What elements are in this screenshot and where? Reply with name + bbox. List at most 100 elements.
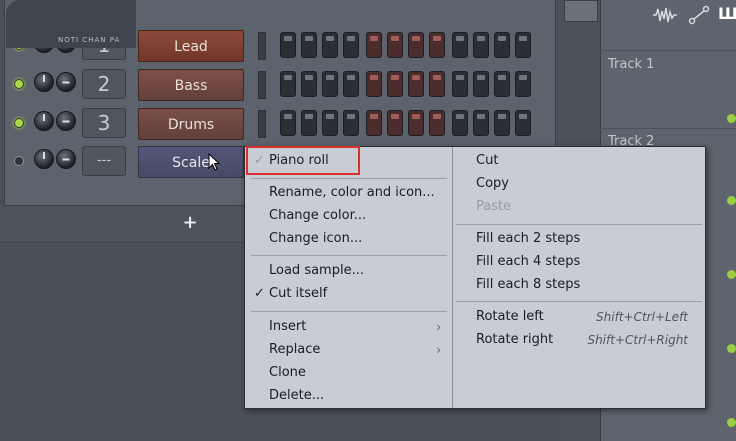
automation-icon[interactable] [688,5,710,25]
menu-item-change-color[interactable]: Change color... [269,205,445,227]
channel-select-bar[interactable] [258,110,266,138]
menu-item-rename[interactable]: Rename, color and icon... [269,182,445,204]
menu-item-replace[interactable]: Replace › [269,339,445,361]
pan-knob[interactable] [56,111,76,131]
channel-mute-led[interactable] [14,79,24,89]
menu-item-rotate-left[interactable]: Rotate left Shift+Ctrl+Left [476,306,698,328]
step-button[interactable] [408,32,424,58]
step-button[interactable] [429,32,445,58]
step-button[interactable] [494,110,510,136]
step-button[interactable] [280,71,296,97]
track-mute-led[interactable] [727,418,736,427]
menu-item-cut[interactable]: Cut [476,150,698,172]
menu-item-rotate-right[interactable]: Rotate right Shift+Ctrl+Right [476,329,698,351]
pattern-icon[interactable]: Ш [718,4,736,26]
menu-item-label: Insert [269,319,307,334]
volume-knob[interactable] [34,111,54,131]
step-button[interactable] [515,71,531,97]
menu-separator [456,224,702,225]
step-button[interactable] [473,32,489,58]
menu-item-delete[interactable]: Delete... [269,385,445,407]
step-button[interactable] [387,71,403,97]
pan-knob[interactable] [56,149,76,169]
step-button[interactable] [452,32,468,58]
channel-button-drums[interactable]: Drums [138,108,244,140]
step-button[interactable] [494,32,510,58]
track-divider [600,50,736,51]
menu-item-cut-itself[interactable]: ✓ Cut itself [254,283,445,305]
volume-knob[interactable] [34,149,54,169]
channel-context-menu: ✓ Piano roll Rename, color and icon... C… [244,146,706,409]
menu-item-copy[interactable]: Copy [476,173,698,195]
menu-item-insert[interactable]: Insert › [269,316,445,338]
checkmark-icon: ✓ [254,286,265,301]
track-divider [600,128,736,129]
step-button[interactable] [408,110,424,136]
step-button[interactable] [343,71,359,97]
step-button[interactable] [408,71,424,97]
shortcut-label: Shift+Ctrl+Right [587,333,688,347]
step-button[interactable] [387,110,403,136]
playlist-strip-button[interactable] [564,0,598,22]
channel-select-bar[interactable] [258,32,266,60]
step-button[interactable] [473,71,489,97]
add-channel-button[interactable]: + [180,213,200,233]
track-mute-led[interactable] [727,114,736,123]
menu-item-fill-8[interactable]: Fill each 8 steps [476,274,698,296]
step-button[interactable] [452,110,468,136]
channel-mute-led[interactable] [14,118,24,128]
step-button[interactable] [473,110,489,136]
step-button[interactable] [366,71,382,97]
step-button[interactable] [280,32,296,58]
channel-button-scale[interactable]: Scale [138,146,244,178]
mixer-track-number[interactable]: 3 [82,108,126,138]
track-mute-led[interactable] [727,270,736,279]
step-button[interactable] [387,32,403,58]
volume-knob[interactable] [34,72,54,92]
step-button[interactable] [515,110,531,136]
step-button[interactable] [429,71,445,97]
step-button[interactable] [280,110,296,136]
menu-item-change-icon[interactable]: Change icon... [269,228,445,250]
menu-separator [251,255,447,256]
menu-item-label: Replace [269,342,321,357]
step-button[interactable] [322,110,338,136]
shortcut-label: Shift+Ctrl+Left [596,310,688,324]
step-button[interactable] [343,32,359,58]
channel-select-bar[interactable] [258,71,266,99]
channel-button-lead[interactable]: Lead [138,30,244,62]
channel-mute-led[interactable] [14,156,24,166]
menu-item-label: Rotate right [476,332,554,347]
track-label-1: Track 1 [608,57,655,72]
menu-column-divider [452,147,453,408]
mixer-track-number[interactable]: 2 [82,69,126,99]
menu-item-fill-4[interactable]: Fill each 4 steps [476,251,698,273]
channel-button-bass[interactable]: Bass [138,69,244,101]
step-button[interactable] [515,32,531,58]
menu-separator [251,311,447,312]
menu-item-paste[interactable]: Paste [476,196,698,218]
step-button[interactable] [301,71,317,97]
menu-item-load-sample[interactable]: Load sample... [269,260,445,282]
step-button[interactable] [452,71,468,97]
waveform-icon[interactable] [652,6,678,24]
step-button[interactable] [322,71,338,97]
mixer-track-number[interactable]: --- [82,146,126,176]
menu-item-clone[interactable]: Clone [269,362,445,384]
highlight-box [246,146,360,175]
step-button[interactable] [366,32,382,58]
playlist-tabs[interactable]: NOTI CHAN PA [58,36,120,44]
track-mute-led[interactable] [727,196,736,205]
step-button[interactable] [343,110,359,136]
step-button[interactable] [301,110,317,136]
menu-separator [251,178,447,179]
pan-knob[interactable] [56,72,76,92]
mouse-cursor-icon [208,153,221,171]
step-button[interactable] [429,110,445,136]
step-button[interactable] [494,71,510,97]
step-button[interactable] [322,32,338,58]
step-button[interactable] [366,110,382,136]
track-mute-led[interactable] [727,344,736,353]
menu-item-fill-2[interactable]: Fill each 2 steps [476,228,698,250]
step-button[interactable] [301,32,317,58]
